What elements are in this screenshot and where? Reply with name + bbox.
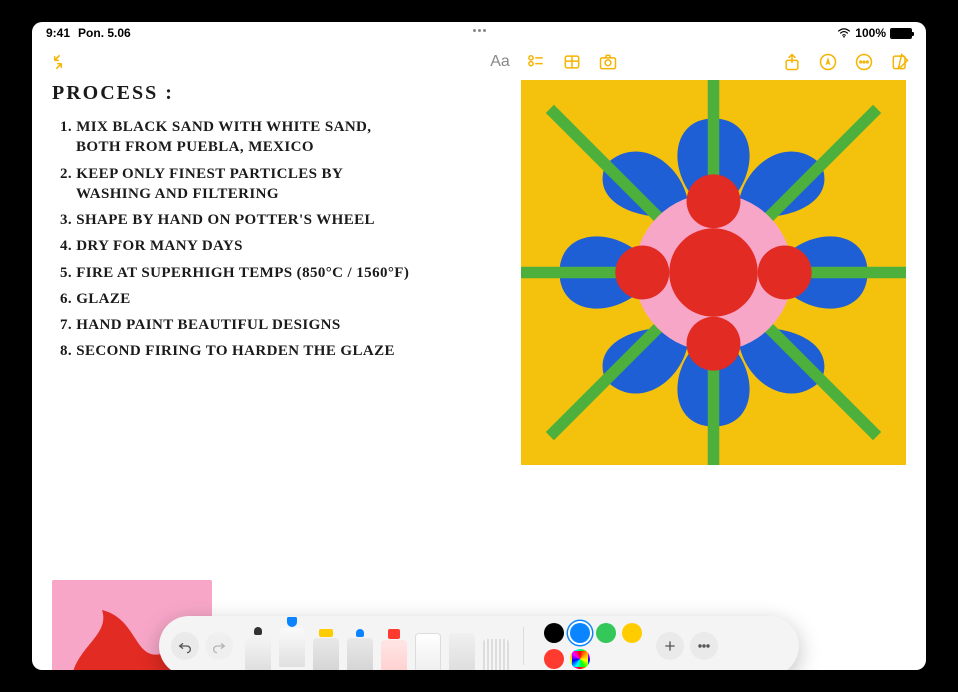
- status-date: Pon. 5.06: [78, 26, 131, 40]
- highlighter-tool[interactable]: [311, 629, 341, 670]
- note-list: 1. MIX BLACK SAND WITH WHITE SAND, BOTH …: [52, 117, 412, 362]
- list-item: 8. SECOND FIRING TO HARDEN THE GLAZE: [60, 341, 412, 361]
- handwriting-block: PROCESS : 1. MIX BLACK SAND WITH WHITE S…: [52, 80, 412, 368]
- more-tools-icon[interactable]: [690, 632, 718, 660]
- wifi-icon: [837, 28, 851, 38]
- status-bar: 9:41 Pon. 5.06 100%: [32, 22, 926, 44]
- color-black[interactable]: [544, 623, 564, 643]
- divider: [523, 627, 524, 665]
- add-icon[interactable]: [656, 632, 684, 660]
- lasso-tool[interactable]: [447, 633, 477, 670]
- compose-icon[interactable]: [886, 48, 914, 76]
- list-item: 5. FIRE AT SUPERHIGH TEMPS (850°C / 1560…: [60, 263, 412, 283]
- status-time: 9:41: [46, 26, 70, 40]
- collapse-icon[interactable]: [44, 48, 72, 76]
- color-palette: [544, 623, 644, 669]
- list-item: 4. DRY FOR MANY DAYS: [60, 236, 412, 256]
- color-picker-icon[interactable]: [570, 649, 590, 669]
- screen: 9:41 Pon. 5.06 100% Aa PR: [32, 22, 926, 670]
- crayon-tool[interactable]: [379, 629, 409, 670]
- battery-icon: [890, 28, 912, 39]
- color-green[interactable]: [596, 623, 616, 643]
- flower-drawing: [521, 80, 906, 465]
- list-item: 6. GLAZE: [60, 289, 412, 309]
- camera-icon[interactable]: [594, 48, 622, 76]
- table-icon[interactable]: [558, 48, 586, 76]
- battery-percent: 100%: [855, 26, 886, 40]
- note-heading: PROCESS :: [52, 80, 412, 107]
- list-item: 2. KEEP ONLY FINEST PARTICLES BY WASHING…: [60, 164, 412, 205]
- eraser-tool[interactable]: [413, 633, 443, 670]
- list-item: 1. MIX BLACK SAND WITH WHITE SAND, BOTH …: [60, 117, 412, 158]
- color-blue[interactable]: [570, 623, 590, 643]
- marker-tool[interactable]: [277, 617, 307, 667]
- pen-tool[interactable]: [243, 627, 273, 670]
- list-item: 7. HAND PAINT BEAUTIFUL DESIGNS: [60, 315, 412, 335]
- note-canvas[interactable]: PROCESS : 1. MIX BLACK SAND WITH WHITE S…: [32, 80, 926, 670]
- markup-toggle-icon[interactable]: [814, 48, 842, 76]
- device-frame: 9:41 Pon. 5.06 100% Aa PR: [0, 0, 958, 692]
- checklist-icon[interactable]: [522, 48, 550, 76]
- color-yellow[interactable]: [622, 623, 642, 643]
- share-icon[interactable]: [778, 48, 806, 76]
- notes-toolbar: Aa: [32, 44, 926, 80]
- color-red[interactable]: [544, 649, 564, 669]
- redo-icon[interactable]: [205, 632, 233, 660]
- text-style-button[interactable]: Aa: [486, 48, 514, 76]
- more-icon[interactable]: [850, 48, 878, 76]
- markup-toolbar: [159, 616, 799, 670]
- ruler-tool[interactable]: [481, 639, 511, 670]
- undo-icon[interactable]: [171, 632, 199, 660]
- pencil-tool[interactable]: [345, 629, 375, 670]
- drawing-tools: [243, 619, 511, 670]
- list-item: 3. SHAPE BY HAND ON POTTER'S WHEEL: [60, 210, 412, 230]
- multitask-indicator-icon[interactable]: [470, 29, 488, 32]
